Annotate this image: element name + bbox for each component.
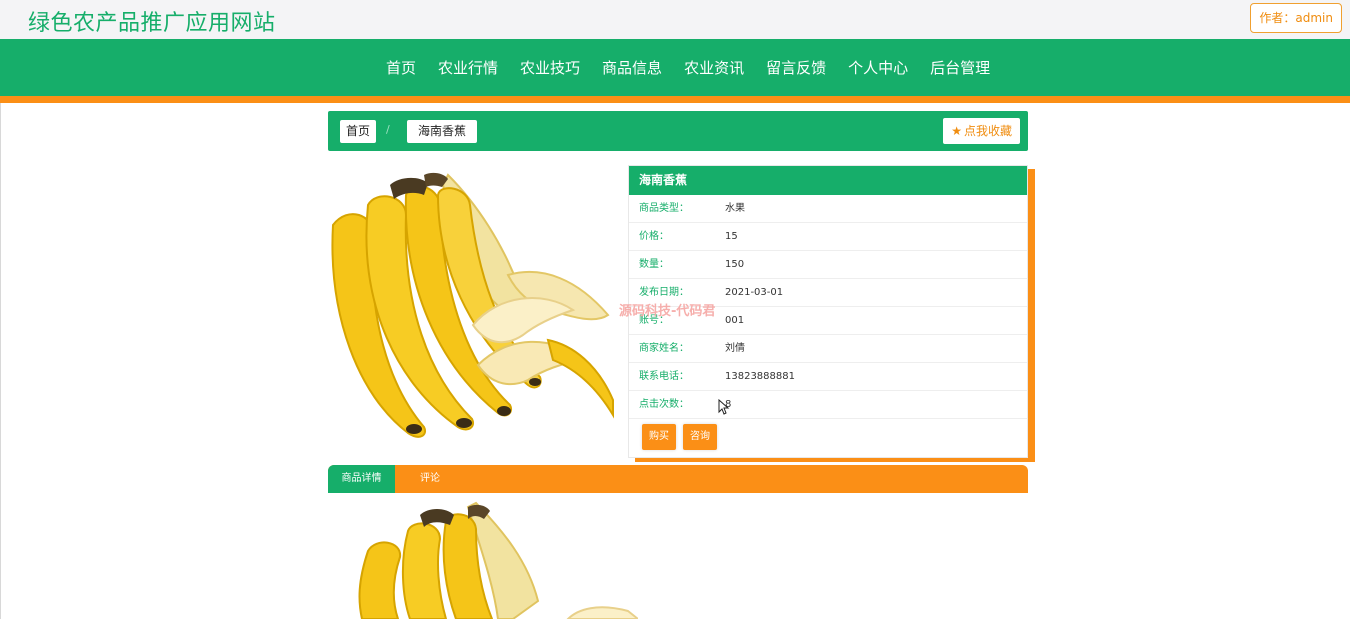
banana-detail-illustration [358,501,638,619]
favorite-label: 点我收藏 [963,124,1012,138]
nav-item-news[interactable]: 农业资讯 [673,57,755,78]
action-buttons: 购买 咨询 [629,419,1027,459]
breadcrumb-current[interactable]: 海南香蕉 [407,120,478,143]
info-row-quantity: 数量： 150 [629,251,1027,279]
banana-illustration [331,172,614,438]
main-nav: 首页 农业行情 农业技巧 商品信息 农业资讯 留言反馈 个人中心 后台管理 [0,39,1350,96]
author-badge[interactable]: 作者：admin [1250,3,1342,33]
page: 绿色农产品推广应用网站 作者：admin 首页 农业行情 农业技巧 商品信息 农… [0,0,1350,619]
watermark-text: 源码科技-代码君 [619,304,716,319]
product-title: 海南香蕉 [629,166,1027,195]
tab-comments[interactable]: 评论 [408,465,452,493]
page-left-border [0,103,1,619]
buy-button[interactable]: 购买 [642,424,676,450]
star-icon: ★ [951,124,962,138]
top-bar: 绿色农产品推广应用网站 作者：admin [0,0,1350,39]
site-title[interactable]: 绿色农产品推广应用网站 [28,5,276,37]
info-value: 2021-03-01 [725,287,784,298]
breadcrumb: 首页 / 海南香蕉 ★ 点我收藏 [328,111,1028,151]
info-label: 数量： [639,259,669,270]
nav-item-tips[interactable]: 农业技巧 [509,57,591,78]
nav-item-products[interactable]: 商品信息 [591,57,673,78]
consult-button[interactable]: 咨询 [683,424,717,450]
breadcrumb-separator: / [386,123,390,136]
breadcrumb-home[interactable]: 首页 [340,120,377,143]
info-value: 刘倩 [725,343,745,354]
nav-item-market[interactable]: 农业行情 [427,57,509,78]
info-value: 13823888881 [725,371,795,382]
info-label: 价格： [639,231,669,242]
info-label: 商家姓名： [639,343,689,354]
nav-item-profile[interactable]: 个人中心 [837,57,919,78]
favorite-button[interactable]: ★ 点我收藏 [943,118,1020,144]
mouse-cursor-icon [718,399,730,415]
detail-tabs: 商品详情 评论 [328,465,1028,493]
info-label: 联系电话： [639,371,689,382]
info-row-price: 价格： 15 [629,223,1027,251]
info-value: 水果 [725,203,745,214]
nav-item-home[interactable]: 首页 [375,57,427,78]
detail-image [328,501,638,619]
nav-item-feedback[interactable]: 留言反馈 [755,57,837,78]
info-row-merchant: 商家姓名： 刘倩 [629,335,1027,363]
nav-accent-stripe [0,96,1350,103]
info-row-phone: 联系电话： 13823888881 [629,363,1027,391]
info-value: 15 [725,231,738,242]
nav-list: 首页 农业行情 农业技巧 商品信息 农业资讯 留言反馈 个人中心 后台管理 [375,39,1001,96]
info-label: 商品类型： [639,203,689,214]
product-image[interactable] [328,165,614,451]
info-row-clicks: 点击次数： 8 [629,391,1027,419]
nav-item-admin[interactable]: 后台管理 [919,57,1001,78]
info-label: 点击次数： [639,399,689,410]
info-value: 150 [725,259,745,270]
info-row-type: 商品类型： 水果 [629,195,1027,223]
tab-product-detail[interactable]: 商品详情 [328,465,395,493]
info-value: 001 [725,315,745,326]
